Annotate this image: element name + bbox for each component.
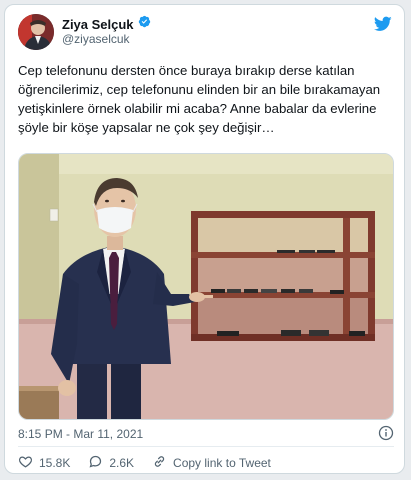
avatar[interactable]: [18, 14, 54, 50]
copy-link-button[interactable]: Copy link to Tweet: [152, 454, 271, 472]
copy-link-label: Copy link to Tweet: [173, 456, 271, 470]
tweet-timestamp[interactable]: 8:15 PM - Mar 11, 2021: [18, 427, 143, 441]
tweet-card: Ziya Selçuk @ziyaselcuk Cep telefonunu d…: [4, 4, 405, 474]
like-button[interactable]: 15.8K: [18, 454, 70, 472]
reply-button[interactable]: 2.6K: [88, 454, 134, 472]
author-handle[interactable]: @ziyaselcuk: [62, 32, 130, 46]
like-count: 15.8K: [39, 456, 71, 470]
reply-count: 2.6K: [109, 456, 135, 470]
info-icon[interactable]: [378, 425, 394, 441]
tweet-actions: 15.8K 2.6K Copy link to Tweet: [18, 454, 289, 472]
author-name-row[interactable]: Ziya Selçuk: [62, 15, 151, 33]
link-icon: [152, 454, 167, 472]
divider: [18, 446, 394, 447]
twitter-bird-icon[interactable]: [373, 16, 392, 32]
heart-icon: [18, 454, 33, 472]
author-name[interactable]: Ziya Selçuk: [62, 17, 134, 32]
tweet-photo[interactable]: [18, 153, 394, 420]
tweet-text: Cep telefonunu dersten önce buraya bırak…: [18, 63, 381, 135]
reply-bubble-icon: [88, 454, 103, 472]
verified-badge-icon: [138, 15, 151, 33]
tweet-meta-row: 8:15 PM - Mar 11, 2021: [18, 425, 394, 443]
